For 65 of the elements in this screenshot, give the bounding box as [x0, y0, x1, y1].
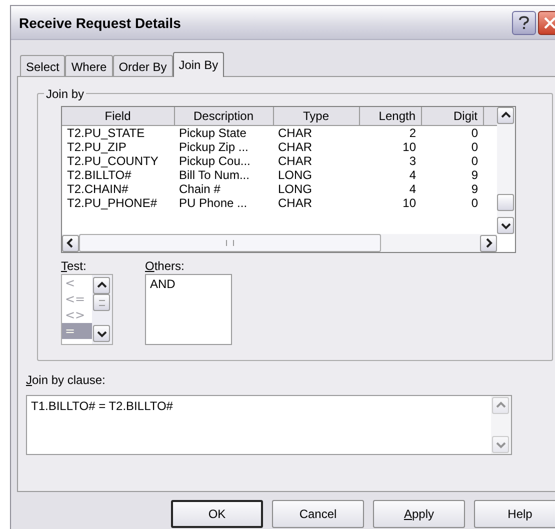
help-icon[interactable] — [512, 10, 536, 34]
group-title: Join by — [44, 87, 86, 101]
table-cell: 3 — [409, 154, 416, 168]
tab[interactable]: Where — [65, 55, 113, 76]
table-cell: T2.PU_STATE — [67, 126, 145, 140]
scroll-down-icon[interactable] — [497, 217, 514, 234]
table-cell: 9 — [471, 168, 478, 182]
scroll-down-icon — [492, 436, 509, 453]
table-cell: 9 — [471, 182, 478, 196]
dialog-button[interactable]: Help — [474, 500, 555, 528]
tab[interactable]: Order By — [112, 55, 173, 76]
table-cell: 4 — [409, 182, 416, 196]
table-cell: LONG — [278, 182, 312, 196]
table-cell: 10 — [402, 196, 416, 210]
table-cell: 4 — [409, 168, 416, 182]
tab[interactable]: Join By — [172, 52, 224, 77]
table-cell: 0 — [471, 196, 478, 210]
scroll-left-icon[interactable] — [62, 234, 79, 252]
table-cell: T2.PU_PHONE# — [67, 196, 158, 210]
scroll-thumb[interactable] — [93, 294, 110, 311]
scroll-thumb[interactable] — [79, 234, 381, 252]
column-header[interactable]: Description — [174, 107, 273, 126]
table-cell: Bill To Num... — [179, 168, 250, 182]
table-cell: 0 — [471, 154, 478, 168]
list-item[interactable]: AND — [150, 277, 227, 291]
table-cell: LONG — [278, 168, 312, 182]
table-cell: PU Phone ... — [179, 196, 248, 210]
table-cell: CHAR — [278, 154, 312, 168]
others-list[interactable]: AND — [145, 274, 232, 345]
table-cell: 0 — [471, 140, 478, 154]
dialog-button[interactable]: Cancel — [272, 500, 364, 528]
window-title: Receive Request Details — [19, 14, 182, 30]
scroll-down-icon[interactable] — [93, 325, 110, 342]
close-icon[interactable] — [538, 10, 555, 34]
scroll-up-icon[interactable] — [497, 107, 514, 124]
table-cell: T2.PU_ZIP — [67, 140, 126, 154]
scroll-up-icon[interactable] — [93, 277, 110, 294]
column-header[interactable]: Type — [273, 107, 359, 126]
dialog-button[interactable]: OK — [171, 500, 263, 528]
tab[interactable]: Select — [20, 55, 66, 76]
table-cell: Pickup Cou... — [179, 154, 250, 168]
table-cell: 2 — [409, 126, 416, 140]
table-cell: CHAR — [278, 140, 312, 154]
table-cell: CHAR — [278, 126, 312, 140]
clause-field[interactable]: T1.BILLTO# = T2.BILLTO# — [26, 395, 512, 455]
column-header[interactable]: Field — [62, 107, 174, 126]
others-label: Others: — [145, 259, 186, 273]
table-cell: Chain # — [179, 182, 220, 196]
table-cell: Pickup State — [179, 126, 246, 140]
table-cell: T2.BILLTO# — [67, 168, 132, 182]
table-cell: Pickup Zip ... — [179, 140, 248, 154]
table-cell: T2.PU_COUNTY — [67, 154, 158, 168]
scroll-thumb[interactable] — [497, 194, 514, 211]
scroll-right-icon[interactable] — [480, 234, 497, 252]
table-cell: CHAR — [278, 196, 312, 210]
scroll-up-icon — [492, 397, 509, 414]
table-cell: T2.CHAIN# — [67, 182, 128, 196]
table-cell: 10 — [402, 140, 416, 154]
dialog-button[interactable]: Apply — [373, 500, 465, 528]
column-header[interactable]: Length — [359, 107, 421, 126]
clause-label: Join by clause: — [26, 373, 106, 387]
test-label: Test: — [61, 259, 88, 273]
field-list[interactable] — [61, 106, 516, 253]
column-header[interactable]: Digit — [421, 107, 483, 126]
table-cell: 0 — [471, 126, 478, 140]
